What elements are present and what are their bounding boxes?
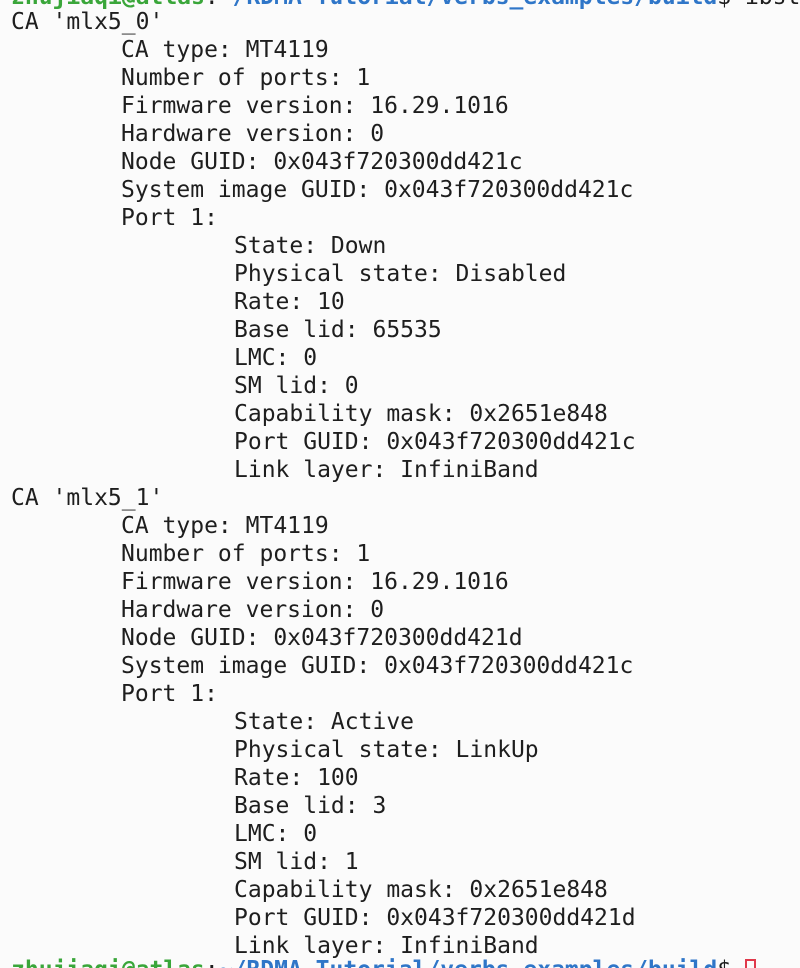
port-physical-state: Physical state: Disabled [234, 261, 567, 287]
port-state: State: Active [234, 709, 415, 735]
node-guid: Node GUID: 0x043f720300dd421c [121, 149, 523, 175]
port-rate: Rate: 10 [234, 289, 345, 315]
hardware-version: Hardware version: 0 [121, 121, 385, 147]
port-sm-lid: SM lid: 1 [234, 849, 359, 875]
number-of-ports: Number of ports: 1 [121, 65, 371, 91]
port-label: Port 1: [121, 681, 218, 707]
prompt-line-bottom: zhujiaqi@atlas:~/RDMA-Tutorial/verbs_exa… [11, 956, 756, 968]
number-of-ports: Number of ports: 1 [121, 541, 371, 567]
port-base-lid: Base lid: 3 [234, 793, 387, 819]
prompt-symbol: $ [717, 957, 731, 968]
prompt-path: ~/RDMA-Tutorial/verbs_examples/build [219, 957, 718, 968]
node-guid: Node GUID: 0x043f720300dd421d [121, 625, 523, 651]
prompt-user-host: zhujiaqi@atlas [11, 957, 205, 968]
port-capability-mask: Capability mask: 0x2651e848 [234, 877, 608, 903]
firmware-version: Firmware version: 16.29.1016 [121, 93, 509, 119]
port-rate: Rate: 100 [234, 765, 359, 791]
port-link-layer: Link layer: InfiniBand [234, 457, 539, 483]
prompt-command: ibstat [731, 0, 800, 10]
port-base-lid: Base lid: 65535 [234, 317, 442, 343]
ca-header: CA 'mlx5_1' [11, 485, 164, 511]
port-lmc: LMC: 0 [234, 345, 318, 371]
port-label: Port 1: [121, 205, 218, 231]
prompt-command [731, 957, 745, 968]
firmware-version: Firmware version: 16.29.1016 [121, 569, 509, 595]
port-sm-lid: SM lid: 0 [234, 373, 359, 399]
prompt-symbol: $ [717, 0, 731, 10]
terminal-cursor[interactable] [744, 959, 756, 968]
port-physical-state: Physical state: LinkUp [234, 737, 539, 763]
port-capability-mask: Capability mask: 0x2651e848 [234, 401, 608, 427]
ca-type: CA type: MT4119 [121, 37, 329, 63]
prompt-colon: : [205, 0, 219, 10]
port-guid: Port GUID: 0x043f720300dd421d [234, 905, 636, 931]
hardware-version: Hardware version: 0 [121, 597, 385, 623]
prompt-colon: : [205, 957, 219, 968]
port-guid: Port GUID: 0x043f720300dd421c [234, 429, 636, 455]
terminal-window[interactable]: zhujiaqi@atlas:~/RDMA-Tutorial/verbs_exa… [0, 0, 800, 968]
prompt-path: ~/RDMA-Tutorial/verbs_examples/build [219, 0, 718, 10]
port-state: State: Down [234, 233, 387, 259]
ca-type: CA type: MT4119 [121, 513, 329, 539]
system-image-guid: System image GUID: 0x043f720300dd421c [121, 177, 634, 203]
system-image-guid: System image GUID: 0x043f720300dd421c [121, 653, 634, 679]
ca-header: CA 'mlx5_0' [11, 9, 164, 35]
port-lmc: LMC: 0 [234, 821, 318, 847]
